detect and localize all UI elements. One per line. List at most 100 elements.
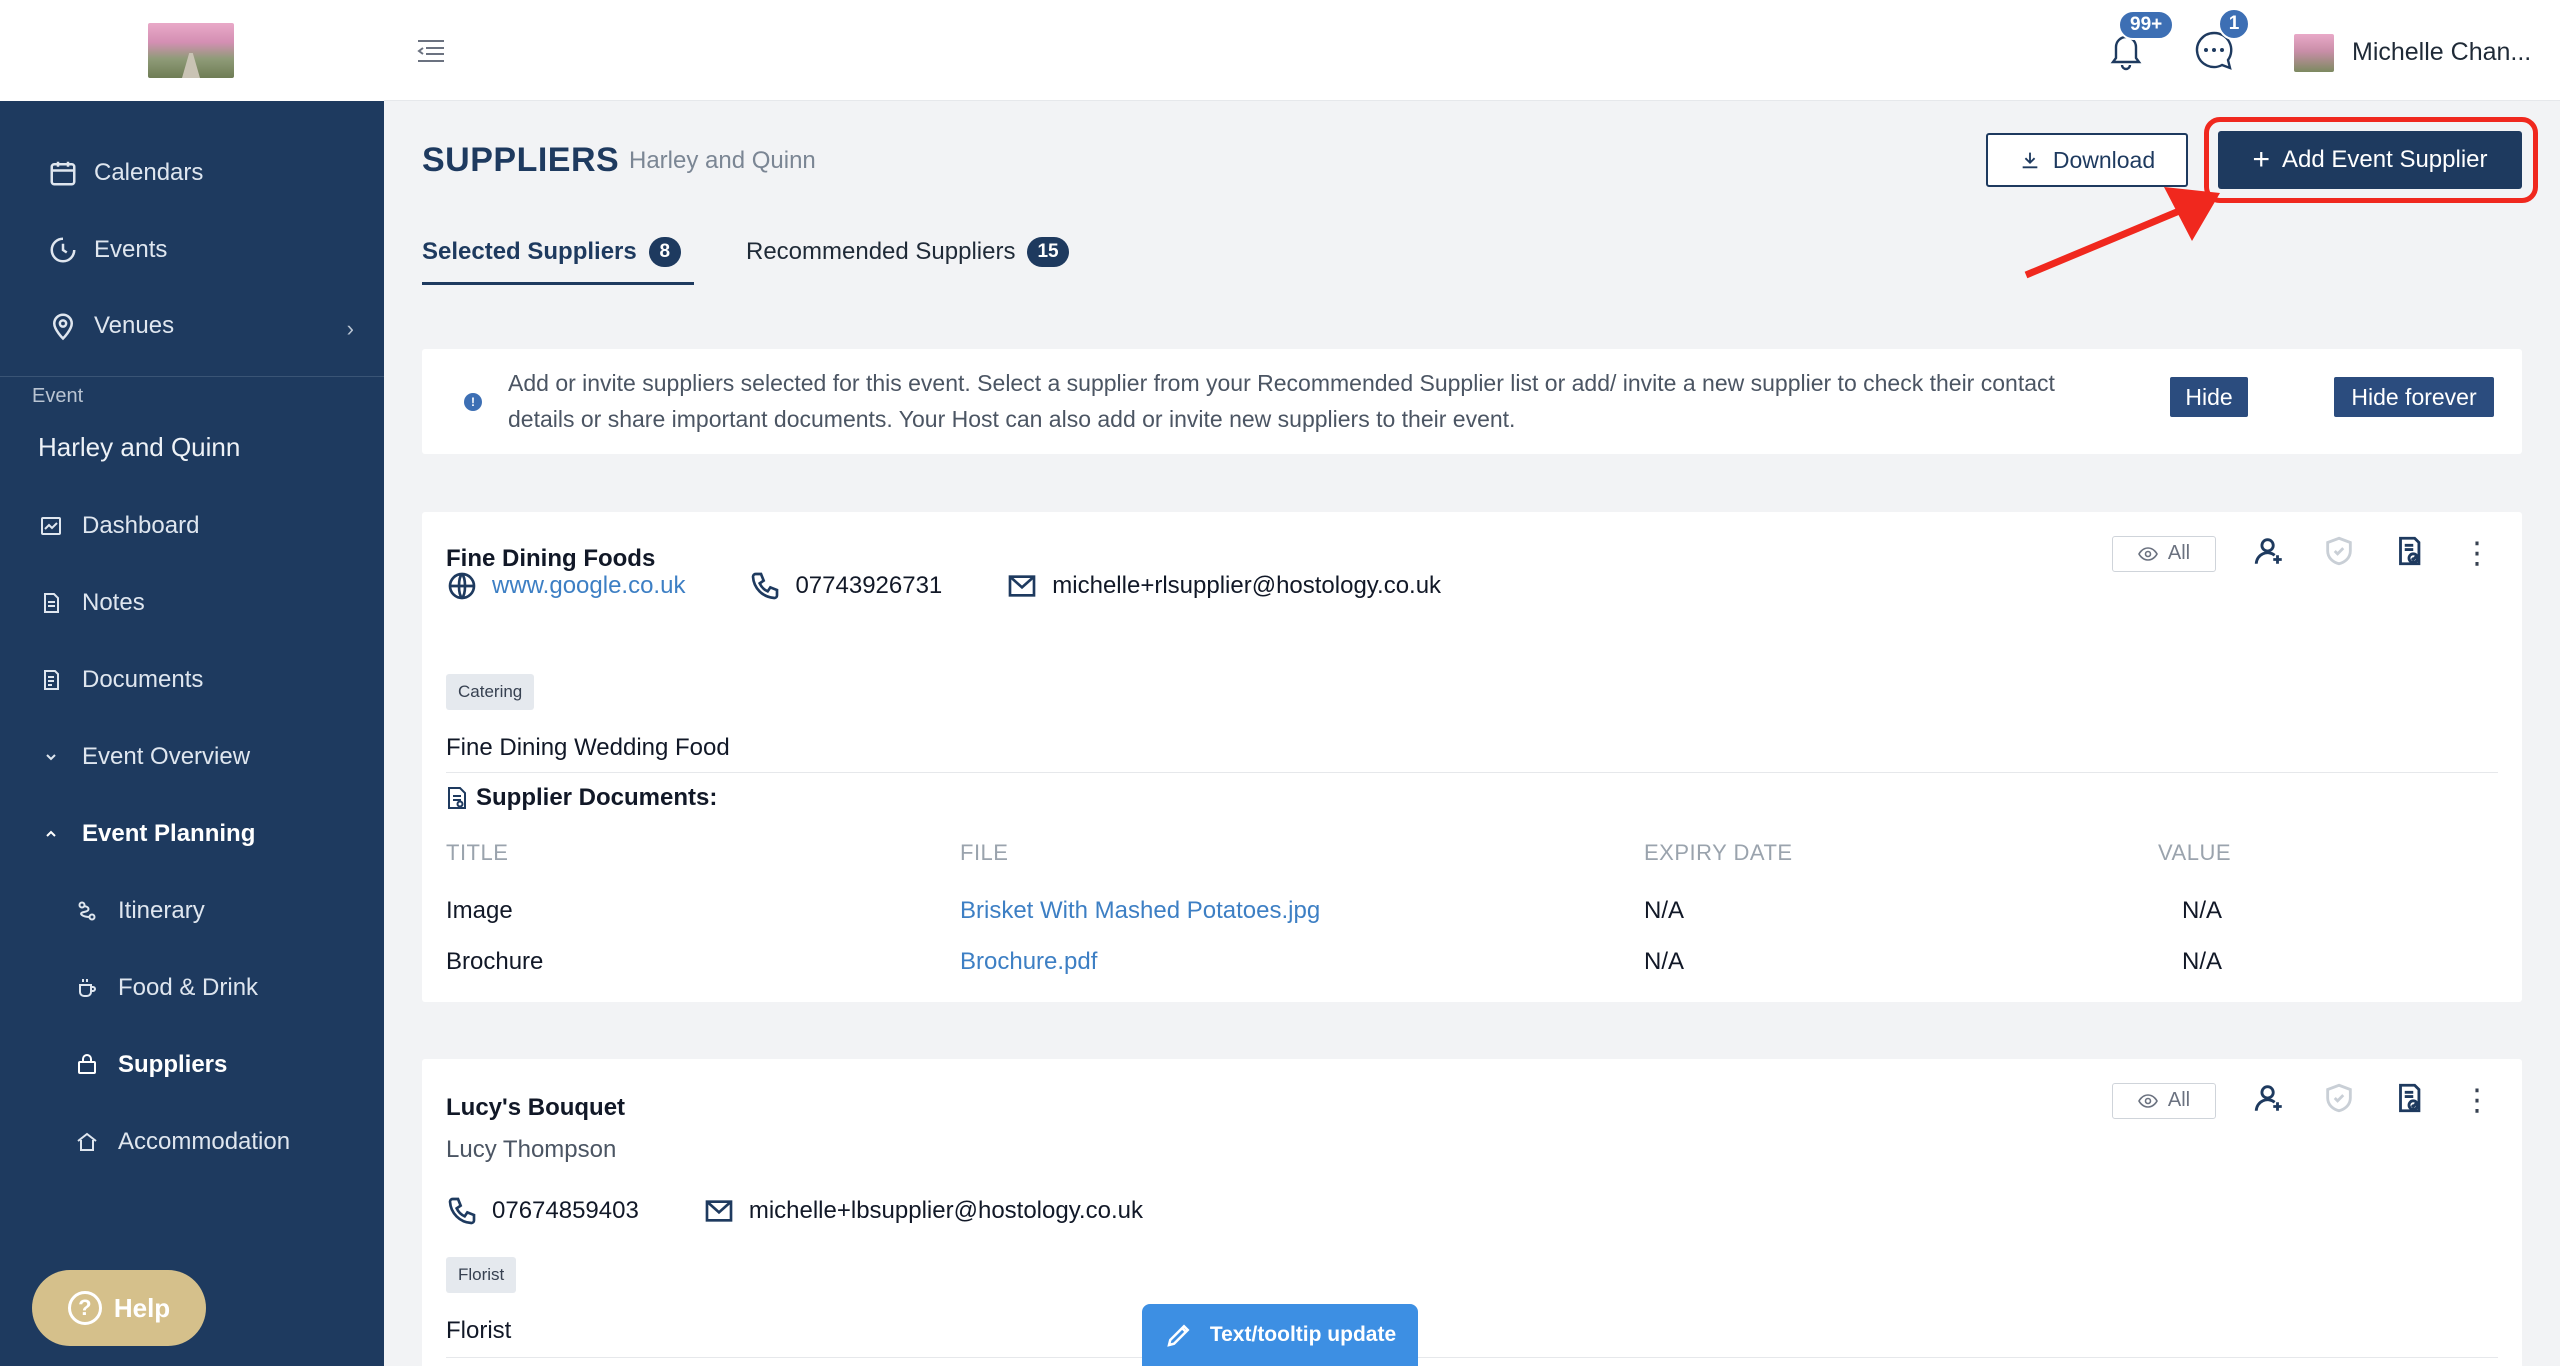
events-icon (48, 235, 78, 265)
tab-selected-suppliers[interactable]: Selected Suppliers 8 (422, 229, 681, 275)
help-label: Help (113, 1292, 171, 1323)
suppliers-icon (72, 1050, 102, 1080)
documents-title: Supplier Documents: (476, 784, 718, 811)
supplier-name[interactable]: Fine Dining Foods (446, 545, 655, 573)
doc-title: Image (446, 897, 513, 924)
sidebar-item-suppliers[interactable]: Suppliers (0, 1037, 384, 1093)
phone-contact: 07674859403 (446, 1195, 639, 1227)
globe-icon (448, 572, 476, 600)
more-options-icon[interactable]: ⋮ (2462, 538, 2492, 569)
tab-recommended-suppliers[interactable]: Recommended Suppliers 15 (746, 229, 1069, 275)
sidebar-item-events[interactable]: Events (0, 222, 384, 278)
supplier-name[interactable]: Lucy's Bouquet (446, 1094, 625, 1122)
shield-check-icon[interactable] (2322, 534, 2356, 573)
card-divider (446, 772, 2498, 773)
supplier-card: Fine Dining Foods All ⋮ www.google.co.uk… (422, 512, 2522, 1002)
tab-label: Recommended Suppliers (746, 238, 1016, 265)
hide-button[interactable]: Hide (2170, 377, 2248, 417)
dashboard-icon (36, 511, 66, 541)
sidebar-item-documents[interactable]: Documents (0, 652, 384, 708)
contact-row: www.google.co.uk 07743926731 michelle+rl… (446, 570, 1489, 602)
sidebar-item-event-overview[interactable]: Event Overview (0, 729, 384, 785)
contact-person: Lucy Thompson (446, 1136, 617, 1163)
visibility-toggle[interactable]: All (2112, 535, 2216, 572)
arrow-annotation (2024, 187, 2220, 279)
card-actions: All ⋮ (2112, 1081, 2492, 1120)
menu-toggle-icon[interactable] (414, 36, 448, 66)
hide-forever-button[interactable]: Hide forever (2334, 377, 2494, 417)
sidebar-item-notes[interactable]: Notes (0, 575, 384, 631)
pencil-icon (1167, 1324, 1190, 1347)
eye-icon (2137, 1093, 2158, 1108)
top-bar: 99+ 1 Michelle Chan... (384, 0, 2560, 101)
question-icon: ? (67, 1291, 102, 1325)
add-user-icon[interactable] (2252, 534, 2286, 573)
sidebar-item-event-planning[interactable]: Event Planning (0, 806, 384, 862)
category-tag: Catering (446, 674, 535, 710)
doc-file-link[interactable]: Brochure.pdf (960, 948, 1097, 976)
doc-title: Brochure (446, 948, 544, 975)
doc-value: N/A (2182, 948, 2223, 975)
document-icon (448, 787, 466, 809)
sidebar-divider (0, 376, 384, 377)
sidebar-item-label: Documents (82, 666, 204, 693)
download-label: Download (2052, 146, 2156, 173)
sidebar-item-label: Food & Drink (118, 974, 259, 1001)
tab-label: Selected Suppliers (422, 238, 637, 265)
feedback-label: Text/tooltip update (1209, 1323, 1397, 1346)
user-name[interactable]: Michelle Chan... (2352, 38, 2532, 67)
active-tab-indicator (422, 282, 694, 285)
website-contact: www.google.co.uk (446, 570, 685, 602)
feedback-button[interactable]: Text/tooltip update (1142, 1304, 1418, 1366)
phone-number: 07743926731 (795, 572, 943, 599)
phone-icon (448, 1197, 476, 1225)
avatar[interactable] (2294, 34, 2334, 72)
column-header-value: VALUE (2158, 840, 2232, 865)
visibility-label: All (2167, 542, 2191, 564)
help-button[interactable]: ? Help (32, 1270, 206, 1346)
website-link[interactable]: www.google.co.uk (492, 572, 685, 600)
sidebar-item-food-drink[interactable]: Food & Drink (0, 960, 384, 1016)
download-icon (2022, 152, 2038, 169)
main-content: SUPPLIERS Harley and Quinn Download + Ad… (384, 101, 2560, 1366)
card-actions: All ⋮ (2112, 534, 2492, 573)
email-address: michelle+lbsupplier@hostology.co.uk (748, 1197, 1143, 1224)
category-tag: Florist (446, 1257, 517, 1293)
sidebar-item-venues[interactable]: Venues › (0, 298, 384, 354)
count-badge: 8 (648, 237, 681, 267)
supplier-card: Lucy's Bouquet All ⋮ Lucy Thompson 07674… (422, 1059, 2522, 1366)
sidebar-item-dashboard[interactable]: Dashboard (0, 498, 384, 554)
sidebar-item-calendars[interactable]: Calendars (0, 145, 384, 201)
sidebar-item-label: Event Planning (82, 820, 256, 847)
company-logo[interactable] (148, 23, 234, 78)
notes-icon (36, 588, 66, 618)
column-header-title: TITLE (446, 840, 509, 865)
document-check-icon[interactable] (2392, 1081, 2426, 1120)
calendar-icon (48, 158, 78, 188)
doc-expiry: N/A (1644, 948, 1685, 975)
eye-icon (2137, 546, 2158, 561)
phone-icon (752, 572, 779, 600)
email-contact: michelle+rlsupplier@hostology.co.uk (1006, 570, 1441, 602)
column-header-expiry: EXPIRY DATE (1644, 840, 1793, 865)
doc-file-link[interactable]: Brisket With Mashed Potatoes.jpg (960, 897, 1320, 925)
phone-number: 07674859403 (492, 1197, 639, 1224)
sidebar-item-label: Venues (94, 312, 175, 339)
more-options-icon[interactable]: ⋮ (2462, 1085, 2492, 1116)
sidebar-event-name: Harley and Quinn (38, 432, 241, 462)
sidebar-item-label: Events (94, 236, 168, 263)
add-user-icon[interactable] (2252, 1081, 2286, 1120)
shield-check-icon[interactable] (2322, 1081, 2356, 1120)
document-check-icon[interactable] (2392, 534, 2426, 573)
sidebar-item-label: Itinerary (118, 897, 205, 924)
chevron-down-icon (36, 742, 66, 772)
visibility-toggle[interactable]: All (2112, 1082, 2216, 1119)
sidebar-item-accommodation[interactable]: Accommodation (0, 1114, 384, 1170)
itinerary-icon (72, 896, 102, 926)
sidebar-item-itinerary[interactable]: Itinerary (0, 883, 384, 939)
sidebar-item-label: Event Overview (82, 743, 251, 770)
visibility-label: All (2167, 1089, 2191, 1111)
page-subtitle: Harley and Quinn (629, 147, 816, 174)
doc-value: N/A (2182, 897, 2223, 924)
documents-heading: Supplier Documents: (446, 784, 717, 812)
